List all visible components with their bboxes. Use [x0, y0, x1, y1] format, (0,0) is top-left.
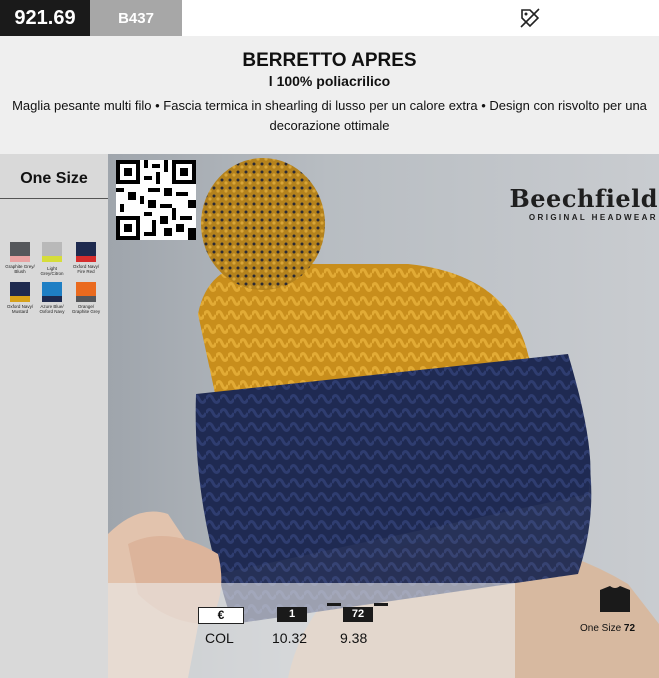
product-header: BERRETTO APRES l 100% poliacrilico Magli… — [0, 36, 659, 154]
product-material: l 100% poliacrilico — [268, 73, 391, 89]
product-title: BERRETTO APRES — [242, 50, 417, 71]
top-bar: 921.69 B437 — [0, 0, 659, 36]
color-name: Orange/ Graphite Grey — [71, 304, 101, 314]
color-name: Oxford Navy/ Mustard — [6, 304, 34, 314]
col-label: COL — [205, 630, 234, 646]
color-swatch[interactable] — [10, 282, 30, 302]
discount-tag-icon — [520, 8, 540, 28]
product-description: Maglia pesante multi filo • Fascia termi… — [12, 98, 647, 133]
sidebar: One Size Graphite Grey/ Blush Light Grey… — [0, 154, 108, 678]
color-swatch[interactable] — [42, 282, 62, 302]
packaging-qty: 72 — [623, 623, 636, 634]
brand-name: Beechfield — [509, 184, 658, 213]
size-label: One Size — [20, 170, 88, 187]
tier-dash-right — [374, 603, 388, 606]
packaging-info: One Size 72 — [580, 623, 635, 634]
price-panel — [108, 583, 515, 678]
tshirt-icon — [600, 586, 630, 612]
packaging-size: One Size — [580, 623, 622, 634]
product-code: 921.69 — [0, 0, 90, 36]
color-swatch[interactable] — [76, 282, 96, 302]
tier-dash-left — [327, 603, 341, 606]
divider — [0, 198, 108, 199]
model-code: B437 — [90, 0, 182, 36]
color-name: Light Grey/Citron — [40, 266, 64, 276]
color-name: Azure Blue/ Oxford Navy — [39, 304, 65, 314]
color-swatch[interactable] — [42, 242, 62, 262]
color-swatch[interactable] — [76, 242, 96, 262]
color-name: Oxford Navy/ Fire Red — [72, 264, 100, 274]
currency-box: € — [198, 607, 244, 624]
qty-tier-1: 1 — [277, 607, 307, 622]
color-swatch[interactable] — [10, 242, 30, 262]
qty-tier-2: 72 — [343, 607, 373, 622]
color-name: Graphite Grey/ Blush — [5, 264, 35, 274]
price-tier-1: 10.32 — [272, 630, 308, 646]
price-tier-2: 9.38 — [340, 630, 368, 646]
brand-tagline: ORIGINAL HEADWEAR — [528, 213, 658, 222]
qr-code — [116, 160, 196, 240]
brand-logo: Beechfield ORIGINAL HEADWEAR — [508, 184, 658, 222]
